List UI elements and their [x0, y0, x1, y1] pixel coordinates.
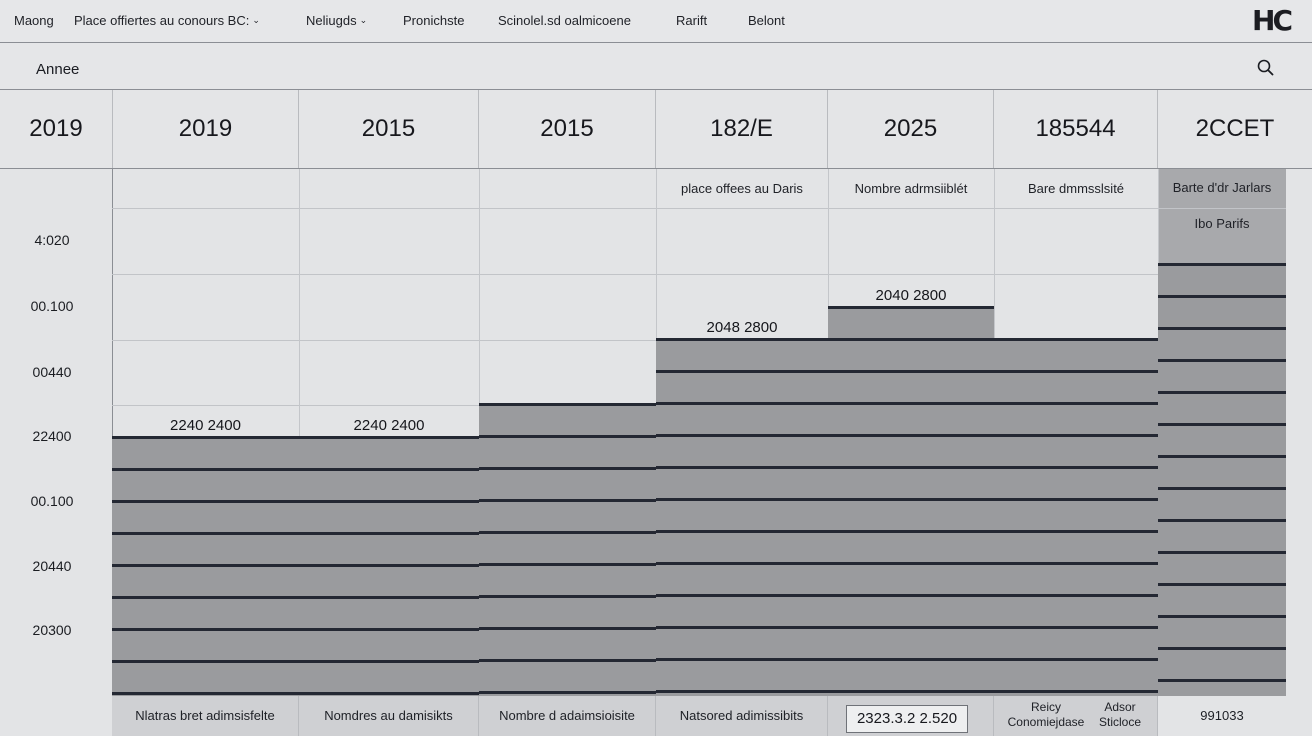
y-tick-label: 00440	[32, 364, 72, 380]
gridline	[112, 274, 1286, 275]
nav-item-label: Place offiertes au conours BC:	[74, 13, 250, 28]
column-caption: place offees au Daris	[681, 181, 803, 196]
footer-note-line: Reicy	[1030, 700, 1061, 714]
footer-cell: Nlatras bret adimsisfelte	[112, 696, 299, 736]
search-icon[interactable]	[1256, 58, 1276, 78]
year-header-cell[interactable]: 2015	[299, 90, 479, 168]
nav-item-belont[interactable]: Belont	[748, 13, 785, 28]
nav-item-pronichste[interactable]: Pronichste	[403, 13, 464, 28]
gridline	[112, 208, 1286, 209]
footer-cell: Natsored adimissibits	[656, 696, 828, 736]
nav-item-label: Neliugds	[306, 13, 357, 28]
bar-6[interactable]	[994, 338, 1158, 696]
column-caption: Nombre adrmsiiblét	[854, 181, 968, 196]
nav-item-places-dropdown[interactable]: Place offiertes au conours BC: ⌄	[74, 13, 260, 28]
nav-item-rarift[interactable]: Rarift	[676, 13, 707, 28]
year-header-cell[interactable]: 2025	[828, 90, 994, 168]
nav-item-label: Belont	[748, 13, 785, 28]
footer-total: 991033	[1158, 696, 1286, 736]
nav-item-neliugds-dropdown[interactable]: Neliugds ⌄	[306, 13, 367, 28]
footer-note-left: Reicy Conomiejdase	[998, 700, 1094, 730]
nav-item-label: Rarift	[676, 13, 708, 28]
nav-item-label: Scinolel.sd oalmicoene	[498, 13, 631, 28]
bar-data-label: 2240 2400	[170, 416, 241, 434]
bar-data-label: 2048 2800	[706, 319, 778, 337]
footer-note-right: Adsor Sticloce	[1094, 700, 1146, 730]
y-tick-label: 00.100	[30, 298, 74, 314]
bar-data-label: 2040 2800	[875, 286, 947, 304]
column-caption: Barte d'dr Jarlars	[1158, 169, 1286, 207]
filter-label: Annee	[36, 61, 80, 78]
year-header-cell[interactable]: 182/E	[656, 90, 828, 168]
year-header-row: 2019 2019 2015 2015 182/E 2025 185544 2C…	[0, 90, 1312, 169]
column-caption: Bare dmmsslsité	[1027, 181, 1125, 196]
value-input[interactable]: 2323.3.2 2.520	[846, 705, 968, 733]
column-caption-extra: Ibo Parifs	[1158, 207, 1286, 271]
top-nav: Maong Place offiertes au conours BC: ⌄ Ne…	[0, 0, 1312, 43]
y-tick-label: 22400	[32, 428, 72, 444]
chevron-down-icon: ⌄	[252, 15, 260, 25]
year-header-cell[interactable]: 2015	[479, 90, 656, 168]
bar-3[interactable]	[479, 403, 656, 696]
nav-item-label: Pronichste	[403, 13, 465, 28]
footer-note-line: Sticloce	[1098, 715, 1142, 729]
bar-7[interactable]	[1158, 263, 1286, 696]
year-header-cell[interactable]: 185544	[994, 90, 1158, 168]
nav-item-maong[interactable]: Maong	[14, 13, 54, 28]
bar-2[interactable]	[299, 435, 479, 696]
footer-cell: Nombre d adaimsioisite	[479, 696, 656, 736]
y-tick-label: 4:020	[34, 232, 70, 248]
nav-item-label: Maong	[14, 13, 54, 28]
chevron-down-icon: ⌄	[359, 15, 368, 25]
footer-note-line: Conomiejdase	[1007, 715, 1085, 729]
footer-note-line: Adsor	[1104, 700, 1136, 714]
brand-logo[interactable]: HC	[1252, 4, 1293, 38]
footer-cell: Nomdres au damisikts	[299, 696, 479, 736]
year-header-cell[interactable]: 2019	[0, 90, 113, 168]
bar-5[interactable]	[828, 305, 994, 696]
bar-chart: 4:020 00.100 00440 22400 00.100 20440 20…	[0, 169, 1312, 736]
y-tick-label: 00.100	[30, 493, 74, 509]
bar-1[interactable]	[112, 435, 299, 696]
y-tick-label: 20300	[32, 622, 72, 638]
filter-bar: Annee	[0, 43, 1312, 90]
bar-4[interactable]	[656, 338, 828, 696]
bar-data-label: 2240 2400	[353, 416, 425, 434]
nav-item-scinolel[interactable]: Scinolel.sd oalmicoene	[498, 13, 631, 28]
year-header-cell[interactable]: 2019	[113, 90, 299, 168]
year-header-cell[interactable]: 2CCET	[1158, 90, 1312, 168]
y-tick-label: 20440	[32, 558, 72, 574]
